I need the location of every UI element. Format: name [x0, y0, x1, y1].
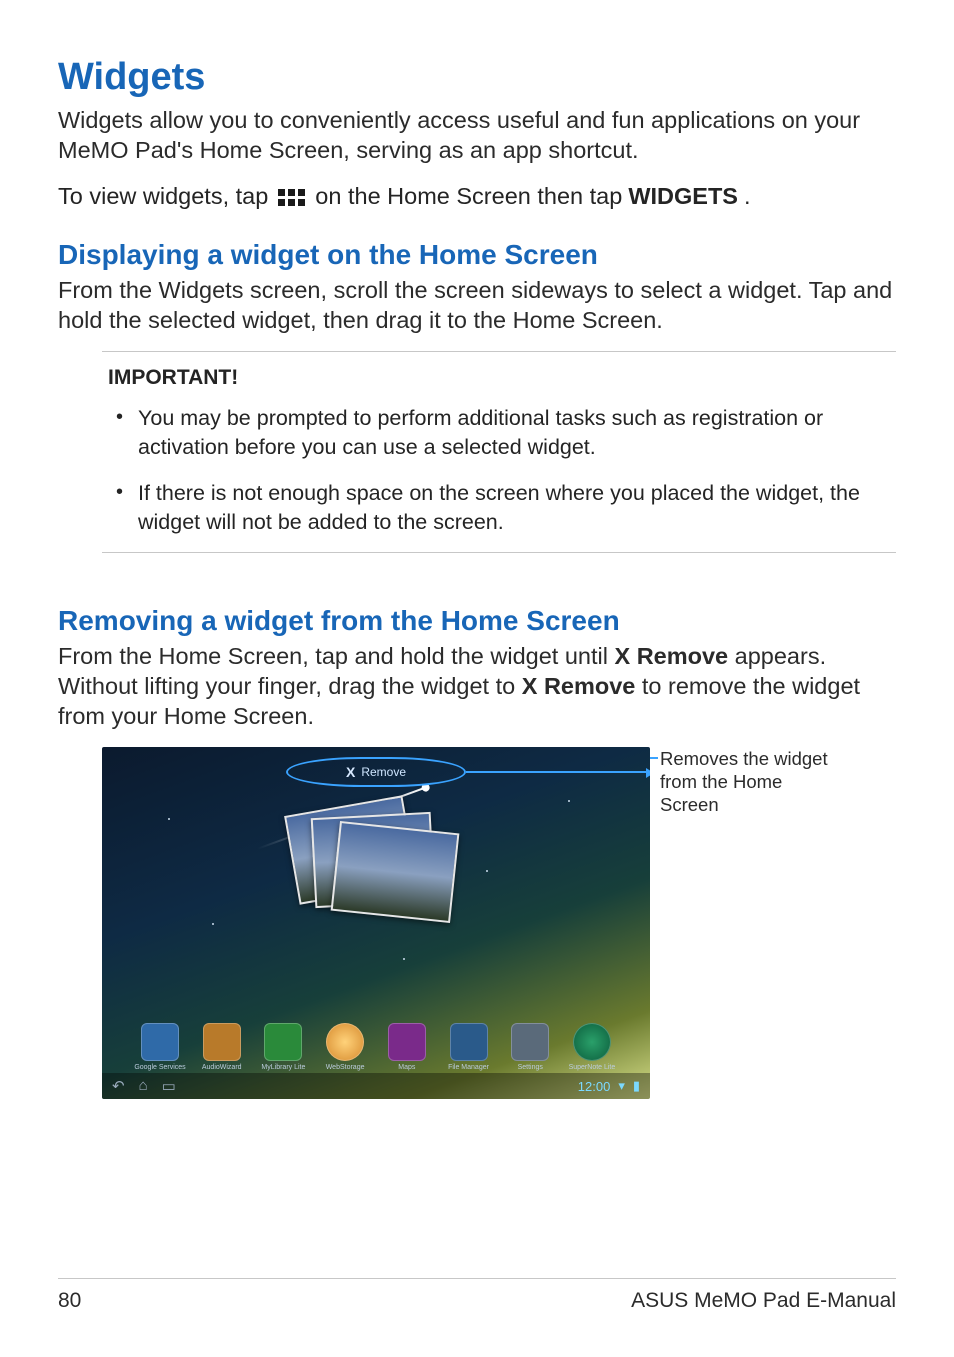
remove-label: Remove [361, 765, 406, 779]
callout-arrow [466, 771, 650, 773]
clock-text: 12:00 [578, 1079, 611, 1094]
remove-target: X Remove [286, 757, 466, 787]
text-fragment: on the Home Screen then tap [315, 181, 622, 211]
apps-grid-icon [278, 189, 305, 206]
text-fragment: . [744, 181, 751, 211]
close-x-icon: X [346, 764, 355, 780]
dock-app: Maps [385, 1023, 429, 1071]
page-title: Widgets [58, 56, 896, 99]
page-number: 80 [58, 1289, 81, 1313]
dock-app: File Manager [447, 1023, 491, 1071]
dock-app: SuperNote Lite [570, 1023, 614, 1071]
homescreen-screenshot: X Remove Google Services AudioWizard MyL… [102, 747, 650, 1099]
figure-wrap: X Remove Google Services AudioWizard MyL… [58, 747, 896, 1099]
section-heading-remove: Removing a widget from the Home Screen [58, 605, 896, 637]
home-icon: ⌂ [139, 1077, 148, 1095]
text-fragment: To view widgets, tap [58, 181, 268, 211]
recents-icon: ▭ [162, 1077, 176, 1095]
app-dock: Google Services AudioWizard MyLibrary Li… [138, 1007, 614, 1071]
important-label: IMPORTANT! [108, 366, 890, 390]
gallery-widget [291, 805, 461, 935]
page-footer: 80 ASUS MeMO Pad E-Manual [58, 1278, 896, 1313]
important-item: You may be prompted to perform additiona… [112, 404, 890, 461]
dock-app: MyLibrary Lite [261, 1023, 305, 1071]
dock-app: Google Services [138, 1023, 182, 1071]
back-icon: ↶ [112, 1077, 125, 1095]
section-body-remove: From the Home Screen, tap and hold the w… [58, 641, 896, 731]
callout-text: Removes the widget from the Home Screen [650, 747, 830, 816]
android-navbar: ↶ ⌂ ▭ 12:00 ▾ ▮ [102, 1073, 650, 1099]
dock-app: AudioWizard [200, 1023, 244, 1071]
view-widgets-instruction: To view widgets, tap on the Home Screen … [58, 181, 896, 211]
widgets-label-bold: WIDGETS [628, 181, 738, 211]
dock-app: Settings [508, 1023, 552, 1071]
section-body-display: From the Widgets screen, scroll the scre… [58, 275, 896, 335]
intro-paragraph: Widgets allow you to conveniently access… [58, 105, 896, 165]
x-remove-bold: X Remove [614, 643, 728, 669]
wifi-icon: ▾ [618, 1078, 625, 1094]
section-heading-display: Displaying a widget on the Home Screen [58, 239, 896, 271]
battery-icon: ▮ [633, 1078, 640, 1094]
document-title: ASUS MeMO Pad E-Manual [631, 1289, 896, 1313]
dock-app: WebStorage [323, 1023, 367, 1071]
text-fragment: From the Home Screen, tap and hold the w… [58, 643, 614, 669]
x-remove-bold: X Remove [522, 673, 636, 699]
important-block: IMPORTANT! You may be prompted to perfor… [102, 351, 896, 553]
important-item: If there is not enough space on the scre… [112, 479, 890, 536]
